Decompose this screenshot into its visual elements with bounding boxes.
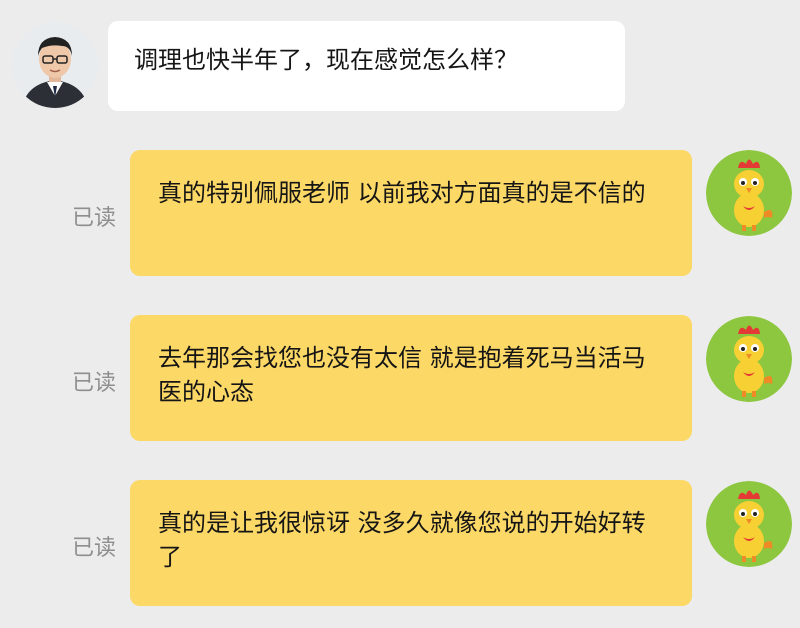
user-avatar[interactable] [706, 316, 792, 402]
outgoing-message-bubble[interactable]: 去年那会找您也没有太信 就是抱着死马当活马医的心态 [130, 315, 692, 441]
outgoing-message-bubble[interactable]: 真的特别佩服老师 以前我对方面真的是不信的 [130, 150, 692, 276]
read-status: 已读 [72, 371, 117, 396]
cartoon-chicken-avatar-icon [706, 150, 792, 236]
user-avatar[interactable] [706, 481, 792, 567]
read-status: 已读 [72, 536, 117, 561]
read-status: 已读 [72, 206, 117, 231]
outgoing-message-bubble[interactable]: 真的是让我很惊讶 没多久就像您说的开始好转了 [130, 480, 692, 606]
message-text: 去年那会找您也没有太信 就是抱着死马当活马医的心态 [158, 344, 646, 406]
message-text: 真的特别佩服老师 以前我对方面真的是不信的 [158, 179, 646, 207]
contact-avatar[interactable] [12, 22, 98, 108]
incoming-message-bubble[interactable]: 调理也快半年了，现在感觉怎么样？ [108, 21, 625, 111]
user-avatar[interactable] [706, 150, 792, 236]
cartoon-chicken-avatar-icon [706, 316, 792, 402]
cartoon-chicken-avatar-icon [706, 481, 792, 567]
message-text: 真的是让我很惊讶 没多久就像您说的开始好转了 [158, 509, 646, 571]
message-text: 调理也快半年了，现在感觉怎么样？ [134, 46, 518, 74]
man-with-glasses-avatar-icon [12, 22, 98, 108]
